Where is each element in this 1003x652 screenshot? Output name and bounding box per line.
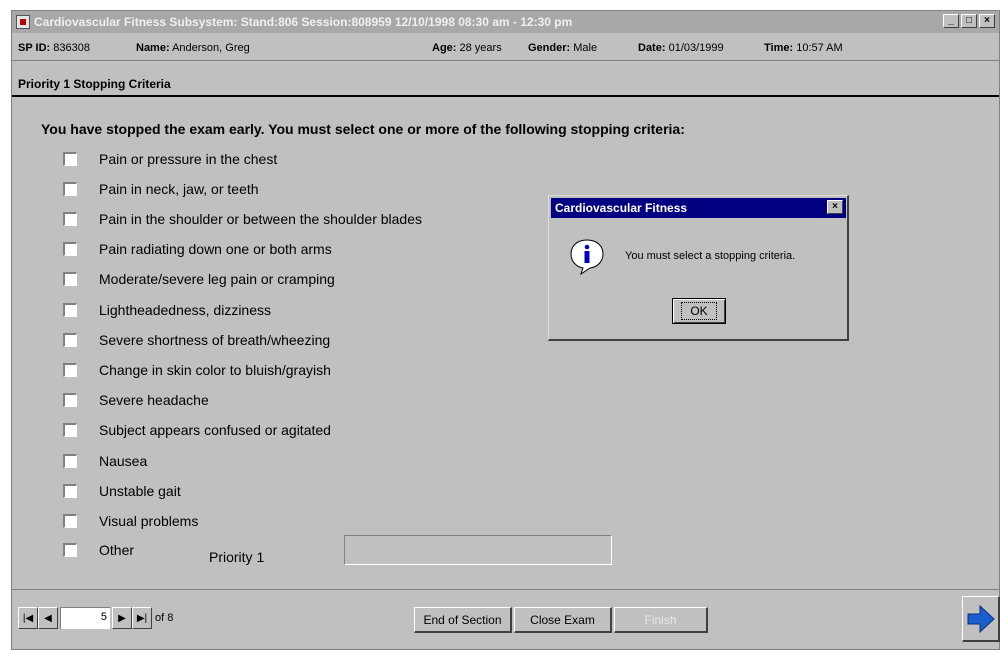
end-of-section-button[interactable]: End of Section xyxy=(414,607,512,633)
criterion-label: Severe shortness of breath/wheezing xyxy=(99,332,331,348)
criterion-label: Visual problems xyxy=(99,513,199,529)
criterion-shortness-of-breath[interactable]: Severe shortness of breath/wheezing xyxy=(63,330,330,350)
close-window-button[interactable]: × xyxy=(979,14,995,28)
next-screen-button[interactable] xyxy=(962,596,1000,642)
criterion-label: Lightheadedness, dizziness xyxy=(99,302,272,318)
checkbox[interactable] xyxy=(63,242,77,256)
criterion-confused[interactable]: Subject appears confused or agitated xyxy=(63,420,331,440)
application-window: Cardiovascular Fitness Subsystem: Stand:… xyxy=(11,10,1000,650)
criterion-label: Other xyxy=(99,542,135,558)
maximize-button[interactable]: □ xyxy=(961,14,977,28)
checkbox[interactable] xyxy=(63,303,77,317)
ok-button-label: OK xyxy=(681,302,717,320)
criterion-nausea[interactable]: Nausea xyxy=(63,451,147,471)
criterion-skin-color[interactable]: Change in skin color to bluish/grayish xyxy=(63,360,331,380)
criterion-label: Pain or pressure in the chest xyxy=(99,151,278,167)
checkbox[interactable] xyxy=(63,212,77,226)
footer-divider xyxy=(12,589,999,590)
name-field: Name: Anderson, Greg xyxy=(136,42,250,54)
criterion-label: Unstable gait xyxy=(99,483,181,499)
criterion-label: Moderate/severe leg pain or cramping xyxy=(99,271,335,287)
checkbox[interactable] xyxy=(63,333,77,347)
dialog-message: You must select a stopping criteria. xyxy=(625,250,796,262)
criterion-label: Subject appears confused or agitated xyxy=(99,422,331,438)
criterion-label: Nausea xyxy=(99,453,148,469)
other-priority-label: Priority 1 xyxy=(209,549,265,565)
message-dialog: Cardiovascular Fitness × You must select… xyxy=(548,195,849,341)
dialog-title: Cardiovascular Fitness xyxy=(555,201,688,215)
close-exam-button[interactable]: Close Exam xyxy=(514,607,612,633)
sp-id-field: SP ID: 836308 xyxy=(18,42,90,54)
gender-field: Gender: Male xyxy=(528,42,598,54)
section-title: Priority 1 Stopping Criteria xyxy=(18,77,171,91)
next-page-button[interactable]: ▶ xyxy=(112,607,132,629)
page-navigator: |◀ ◀ 5 ▶ ▶| of 8 xyxy=(18,607,173,629)
checkbox[interactable] xyxy=(63,423,77,437)
date-field: Date: 01/03/1999 xyxy=(638,42,724,54)
checkbox[interactable] xyxy=(63,454,77,468)
right-arrow-icon xyxy=(967,604,995,633)
criterion-leg-pain[interactable]: Moderate/severe leg pain or cramping xyxy=(63,269,335,289)
criterion-arm-pain[interactable]: Pain radiating down one or both arms xyxy=(63,239,332,259)
info-icon xyxy=(567,236,607,279)
last-page-button[interactable]: ▶| xyxy=(132,607,152,629)
page-count: of 8 xyxy=(155,612,174,624)
criterion-visual-problems[interactable]: Visual problems xyxy=(63,511,198,531)
dialog-close-button[interactable]: × xyxy=(827,200,843,214)
instruction-text: You have stopped the exam early. You mus… xyxy=(41,121,685,137)
section-divider xyxy=(12,95,999,97)
criterion-chest-pain[interactable]: Pain or pressure in the chest xyxy=(63,149,277,169)
app-icon xyxy=(16,15,30,29)
checkbox[interactable] xyxy=(63,363,77,377)
criterion-unstable-gait[interactable]: Unstable gait xyxy=(63,481,181,501)
checkbox[interactable] xyxy=(63,393,77,407)
criterion-label: Change in skin color to bluish/grayish xyxy=(99,362,331,378)
criterion-headache[interactable]: Severe headache xyxy=(63,390,209,410)
first-page-button[interactable]: |◀ xyxy=(18,607,38,629)
checkbox[interactable] xyxy=(63,484,77,498)
page-number-input[interactable]: 5 xyxy=(60,607,110,629)
finish-button[interactable]: Finish xyxy=(614,607,708,633)
time-field: Time: 10:57 AM xyxy=(764,42,843,54)
checkbox[interactable] xyxy=(63,152,77,166)
window-titlebar[interactable]: Cardiovascular Fitness Subsystem: Stand:… xyxy=(12,11,999,33)
age-field: Age: 28 years xyxy=(432,42,502,54)
criterion-other[interactable]: Other xyxy=(63,540,134,560)
criterion-neck-jaw-pain[interactable]: Pain in neck, jaw, or teeth xyxy=(63,179,259,199)
previous-page-button[interactable]: ◀ xyxy=(38,607,58,629)
checkbox[interactable] xyxy=(63,182,77,196)
window-controls: _ □ × xyxy=(943,14,995,28)
window-title: Cardiovascular Fitness Subsystem: Stand:… xyxy=(34,15,573,29)
criterion-label: Pain in the shoulder or between the shou… xyxy=(99,211,422,227)
checkbox[interactable] xyxy=(63,272,77,286)
dialog-titlebar[interactable]: Cardiovascular Fitness xyxy=(551,198,846,218)
criterion-label: Pain in neck, jaw, or teeth xyxy=(99,181,259,197)
criterion-label: Pain radiating down one or both arms xyxy=(99,241,332,257)
checkbox[interactable] xyxy=(63,514,77,528)
criterion-shoulder-pain[interactable]: Pain in the shoulder or between the shou… xyxy=(63,209,422,229)
participant-info-bar: SP ID: 836308 Name: Anderson, Greg Age: … xyxy=(12,35,999,61)
criterion-dizziness[interactable]: Lightheadedness, dizziness xyxy=(63,300,271,320)
ok-button[interactable]: OK xyxy=(672,298,726,324)
criterion-label: Severe headache xyxy=(99,392,209,408)
minimize-button[interactable]: _ xyxy=(943,14,959,28)
checkbox[interactable] xyxy=(63,543,77,557)
other-description-input[interactable] xyxy=(344,535,612,565)
